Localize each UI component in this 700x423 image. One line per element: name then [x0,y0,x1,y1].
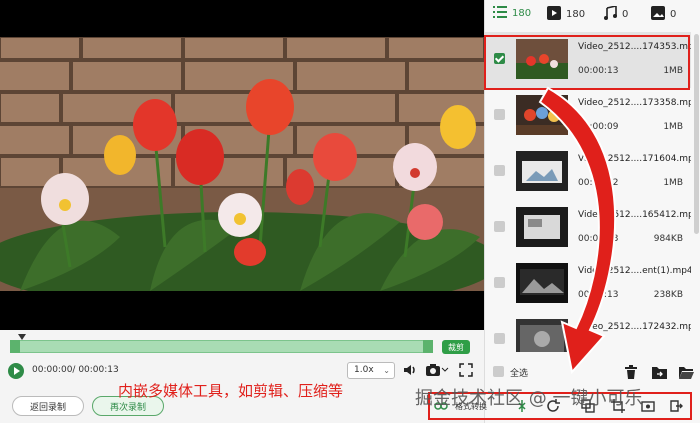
music-icon [603,5,617,23]
file-size: 984KB [653,234,683,244]
item-checkbox[interactable] [494,333,505,344]
app-window: 裁剪 00:00:00/ 00:00:13 1.0x ⌄ 返回录制 再次录制 1… [0,0,700,423]
export-icon[interactable] [668,398,684,414]
image-icon [651,6,665,23]
filter-image[interactable]: 0 [651,6,676,23]
file-size: 238KB [653,290,683,300]
video-frame [0,37,484,291]
trim-end-handle[interactable] [423,340,433,353]
trash-icon[interactable] [623,364,639,380]
video-thumbnail [516,207,568,247]
cut-button[interactable]: 裁剪 [442,340,470,354]
filter-audio[interactable]: 0 [603,5,629,23]
annotation-text: 内嵌多媒体工具，如剪辑、压缩等 [118,382,344,400]
open-folder-icon[interactable] [678,364,694,380]
item-checkbox[interactable] [494,165,505,176]
video-preview[interactable] [0,0,484,330]
trim-start-handle[interactable] [10,340,20,353]
file-duration: 00:00:12 [578,178,619,188]
timeline[interactable] [10,334,433,356]
chevron-down-icon: ⌄ [383,366,390,375]
playhead[interactable] [18,334,26,340]
file-duration: 00:00:13 [578,234,619,244]
list-item[interactable]: Video_2512....172432.mp4 [485,312,691,352]
chevron-down-icon[interactable] [441,362,449,378]
list-item[interactable]: Video_2512....171604.mp4 00:00:12 1MB [485,144,691,200]
timeline-range[interactable] [10,340,433,353]
fullscreen-icon[interactable] [458,362,474,378]
file-name: Video_2512....171604.mp4 [578,154,691,164]
video-thumbnail [516,151,568,191]
volume-icon[interactable] [402,362,418,378]
filter-all-count: 180 [512,8,532,19]
selection-highlight [484,35,690,90]
item-checkbox[interactable] [494,109,505,120]
back-to-record-button[interactable]: 返回录制 [12,396,84,416]
video-thumbnail [516,95,568,135]
file-name: Video_2512....172432.mp4 [578,322,691,332]
select-all-label[interactable]: 全选 [510,366,528,379]
file-name: Video_2512....173358.mp4 [578,98,691,108]
select-all-checkbox[interactable] [493,366,504,377]
file-name: Video_2512....165412.mp4 [578,210,691,220]
list-icon [493,6,507,21]
list-scrollbar[interactable] [694,34,699,234]
file-size: 1MB [663,122,683,132]
speed-select[interactable]: 1.0x ⌄ [347,362,395,379]
file-duration: 00:00:13 [578,290,619,300]
video-thumbnail [516,319,568,352]
file-duration: 00:00:09 [578,122,619,132]
file-size: 1MB [663,178,683,188]
play-button[interactable] [8,363,24,379]
move-folder-icon[interactable] [651,364,667,380]
video-thumbnail [516,263,568,303]
filter-video[interactable]: 180 [547,6,585,23]
list-item[interactable]: Video_2512....165412.mp4 00:00:13 984KB [485,200,691,256]
file-name: Video_2512....ent(1).mp4 [578,266,691,276]
filter-audio-count: 0 [622,9,629,20]
filter-all[interactable]: 180 [493,6,531,21]
time-readout: 00:00:00/ 00:00:13 [32,365,119,375]
list-item[interactable]: Video_2512....ent(1).mp4 00:00:13 238KB [485,256,691,312]
item-checkbox[interactable] [494,277,505,288]
filter-video-count: 180 [566,9,586,20]
watermark-text: 掘金技术社区 @ 一键小可乐 [415,388,643,409]
list-item[interactable]: Video_2512....173358.mp4 00:00:09 1MB [485,88,691,144]
video-icon [547,6,561,23]
item-checkbox[interactable] [494,221,505,232]
camera-icon[interactable] [425,362,441,378]
filter-image-count: 0 [670,9,677,20]
speed-value: 1.0x [354,365,374,375]
